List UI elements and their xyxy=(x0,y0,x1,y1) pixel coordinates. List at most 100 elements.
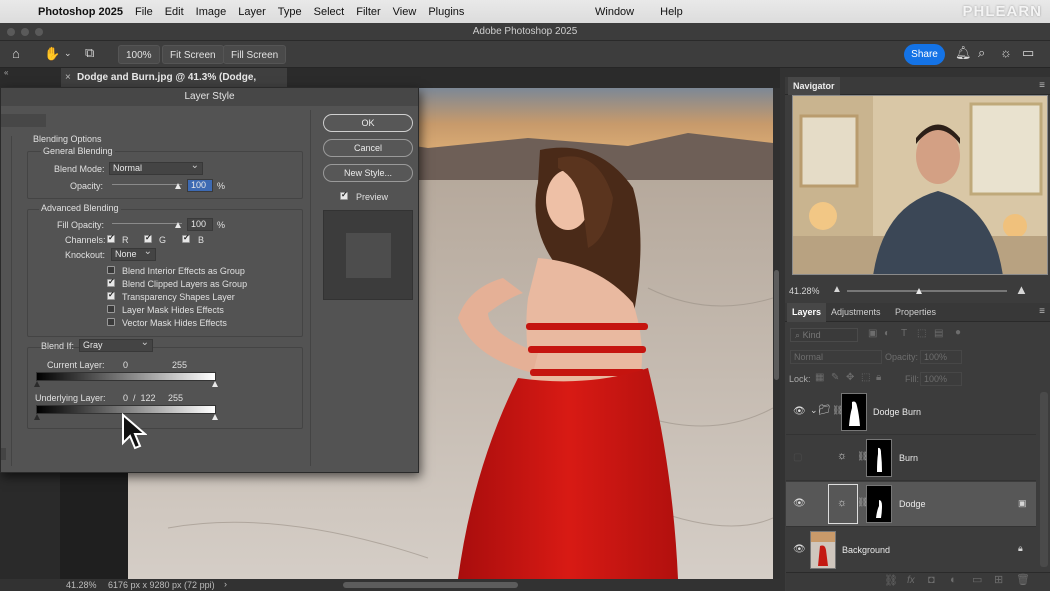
zoom-100-button[interactable]: 100% xyxy=(118,45,160,64)
blend-interior-effects-checkbox[interactable] xyxy=(107,266,115,274)
layer-row-burn[interactable]: ▢ ☼ ⛓︎ Burn xyxy=(786,436,1036,481)
tab-properties[interactable]: Properties xyxy=(890,303,941,322)
burn-mask-thumbnail[interactable] xyxy=(866,439,892,477)
lock-artboard-icon[interactable]: ⬚ xyxy=(861,373,870,383)
layers-scrollbar[interactable] xyxy=(1040,392,1048,567)
menu-window[interactable]: Window xyxy=(595,6,634,18)
menu-layer[interactable]: Layer xyxy=(238,6,276,18)
search-icon[interactable]: ⌕ xyxy=(978,46,985,59)
menu-view[interactable]: View xyxy=(393,6,427,18)
collapse-panel-icon[interactable]: « xyxy=(4,69,8,77)
layer-row-dodge[interactable]: 👁︎ ☼ ⛓︎ Dodge ▣ xyxy=(786,482,1036,527)
link-layers-icon[interactable]: ⛓︎ xyxy=(884,576,898,587)
app-menu[interactable]: Photoshop 2025 xyxy=(38,6,123,18)
adjustment-thumbnail-frame[interactable]: ☼ xyxy=(828,484,858,524)
status-info-chevron-icon[interactable]: › xyxy=(224,579,227,589)
background-thumbnail[interactable] xyxy=(810,531,836,569)
visibility-eye-icon[interactable]: 👁︎ xyxy=(793,406,806,417)
layer-name[interactable]: Burn xyxy=(899,453,918,463)
dodge-mask-thumbnail[interactable] xyxy=(866,485,892,523)
blend-clipped-layers-checkbox[interactable] xyxy=(107,277,115,287)
discover-lightbulb-icon[interactable]: ☼ xyxy=(1000,46,1012,59)
layer-opacity-input[interactable]: 100% xyxy=(920,350,962,364)
navigator-zoom-slider[interactable] xyxy=(847,290,1007,292)
zoom-out-mountain-icon[interactable]: ▲ xyxy=(832,284,842,295)
blend-mode-select[interactable]: Normal xyxy=(109,160,203,175)
knockout-select[interactable]: None xyxy=(111,246,156,261)
visibility-eye-icon[interactable]: 👁︎ xyxy=(793,544,806,555)
hand-tool-icon[interactable]: ✋ xyxy=(44,47,60,60)
visibility-eye-icon[interactable]: ▢ xyxy=(793,452,802,463)
layer-row-dodge-burn[interactable]: 👁︎ ⌄ 📁︎ ⛓︎ Dodge Burn xyxy=(786,390,1036,435)
navigator-tab[interactable]: Navigator xyxy=(788,77,840,95)
filter-shape-icon[interactable]: ⬚ xyxy=(917,329,926,339)
opacity-slider-handle[interactable] xyxy=(175,183,181,189)
add-layer-style-fx-icon[interactable]: fx xyxy=(907,576,915,586)
status-zoom-level[interactable]: 41.28% xyxy=(66,580,97,590)
lock-all-icon[interactable]: 🔒︎ xyxy=(876,373,881,383)
tool-preset-chevron-icon[interactable]: ⌄ xyxy=(64,49,72,58)
navigator-zoom-handle[interactable] xyxy=(916,288,922,294)
channel-g-checkbox[interactable] xyxy=(144,233,152,243)
adjustment-brightness-icon[interactable]: ☼ xyxy=(837,450,847,462)
share-button[interactable]: Share xyxy=(904,44,945,65)
layer-fill-input[interactable]: 100% xyxy=(920,372,962,386)
menu-plugins[interactable]: Plugins xyxy=(428,6,474,18)
menu-filter[interactable]: Filter xyxy=(356,6,390,18)
fill-screen-button[interactable]: Fill Screen xyxy=(223,45,287,64)
notifications-bell-icon[interactable]: 🔔︎ xyxy=(955,46,972,59)
delete-layer-icon[interactable]: 🗑︎ xyxy=(1016,575,1030,586)
menu-help[interactable]: Help xyxy=(660,6,683,18)
minimize-window-button[interactable] xyxy=(21,28,29,36)
layer-name[interactable]: Dodge xyxy=(899,499,926,509)
opacity-input[interactable]: 100 xyxy=(187,179,213,192)
opacity-slider[interactable] xyxy=(112,184,182,185)
styles-search-field[interactable] xyxy=(1,114,46,127)
group-expand-chevron-icon[interactable]: ⌄ xyxy=(810,405,818,416)
layer-row-background[interactable]: 👁︎ Background 🔒︎ xyxy=(786,528,1036,573)
blend-if-select[interactable]: Gray xyxy=(79,337,153,352)
underlying-layer-black-handle[interactable] xyxy=(34,414,40,420)
fill-opacity-input[interactable]: 100 xyxy=(187,218,213,231)
current-layer-black-handle[interactable] xyxy=(34,381,40,387)
underlying-layer-white-handle[interactable] xyxy=(212,414,218,420)
new-style-button[interactable]: New Style... xyxy=(323,164,413,182)
menu-select[interactable]: Select xyxy=(314,6,355,18)
ok-button[interactable]: OK xyxy=(323,114,413,132)
tab-adjustments[interactable]: Adjustments xyxy=(826,303,886,322)
menu-file[interactable]: File xyxy=(135,6,163,18)
layer-name[interactable]: Dodge Burn xyxy=(873,407,921,417)
layers-menu-icon[interactable]: ≡ xyxy=(1039,306,1045,317)
filter-toggle-icon[interactable]: ● xyxy=(955,328,961,338)
workspace-layout-icon[interactable]: ▭ xyxy=(1022,46,1034,59)
new-layer-icon[interactable]: ⊞ xyxy=(994,575,1003,586)
filter-smart-object-icon[interactable]: ▤ xyxy=(934,329,943,339)
zoom-in-mountain-icon[interactable]: ▲ xyxy=(1015,282,1028,297)
new-adjustment-layer-icon[interactable]: ◐ xyxy=(950,575,957,586)
preview-checkbox[interactable] xyxy=(340,190,348,200)
menu-type[interactable]: Type xyxy=(278,6,312,18)
fill-opacity-slider-handle[interactable] xyxy=(175,222,181,228)
lock-position-icon[interactable]: ✥ xyxy=(846,373,854,383)
new-group-icon[interactable]: ▭ xyxy=(972,575,982,586)
layer-name[interactable]: Background xyxy=(842,545,890,555)
close-tab-icon[interactable]: × xyxy=(65,68,71,88)
lock-image-pixels-icon[interactable]: ✎ xyxy=(831,373,839,383)
filter-type-icon[interactable]: T xyxy=(901,329,907,339)
add-mask-icon[interactable]: ◘ xyxy=(928,575,935,586)
transparency-shapes-checkbox[interactable] xyxy=(107,290,115,300)
current-layer-white-handle[interactable] xyxy=(212,381,218,387)
navigator-zoom-value[interactable]: 41.28% xyxy=(789,286,820,296)
channel-r-checkbox[interactable] xyxy=(107,233,115,243)
tab-layers[interactable]: Layers xyxy=(787,303,827,322)
visibility-eye-icon[interactable]: 👁︎ xyxy=(793,498,806,509)
channel-b-checkbox[interactable] xyxy=(182,233,190,243)
zoom-window-button[interactable] xyxy=(35,28,43,36)
fit-screen-button[interactable]: Fit Screen xyxy=(162,45,224,64)
vector-mask-hides-effects-checkbox[interactable] xyxy=(107,318,115,326)
scroll-all-windows-icon[interactable]: ⧉ xyxy=(85,46,94,59)
layer-mask-hides-effects-checkbox[interactable] xyxy=(107,305,115,313)
canvas-horizontal-scroll-thumb[interactable] xyxy=(343,582,518,588)
filter-adjustment-icon[interactable]: ◐ xyxy=(884,329,890,339)
current-layer-gradient-slider[interactable] xyxy=(36,372,216,381)
